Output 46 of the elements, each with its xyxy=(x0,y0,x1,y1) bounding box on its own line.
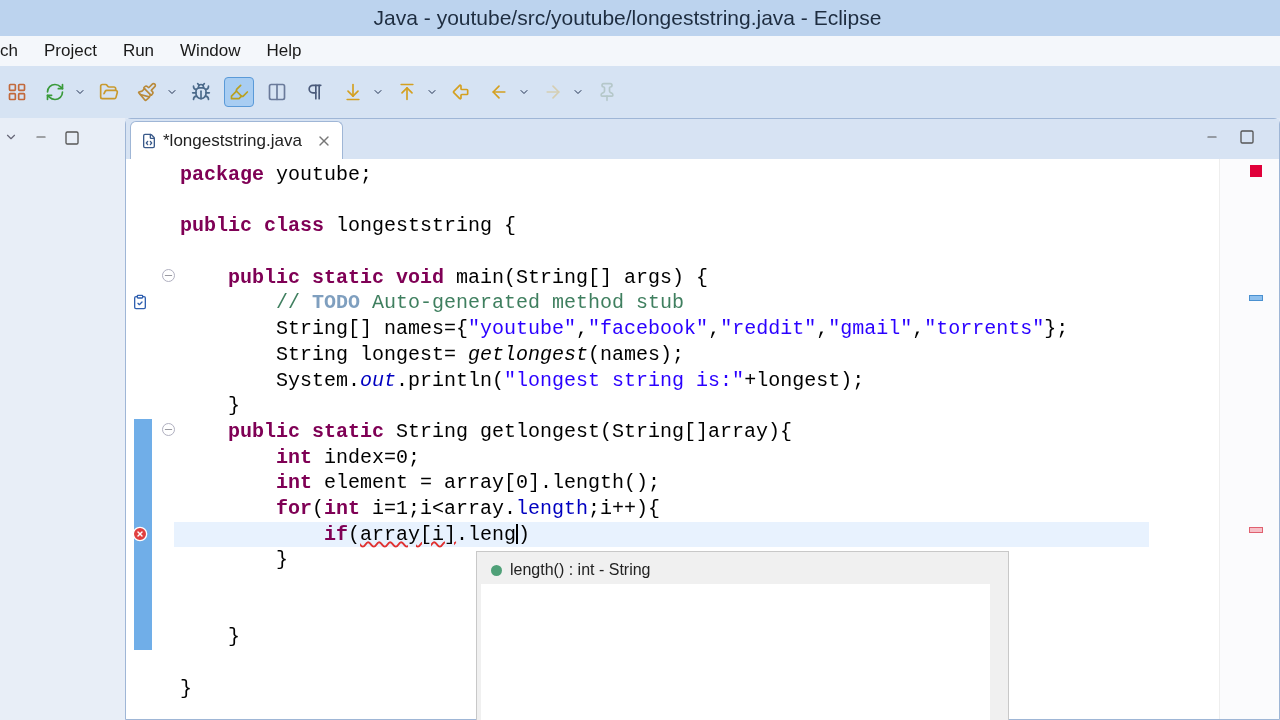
code-line: package youtube; xyxy=(180,162,373,188)
highlighter-button[interactable] xyxy=(224,77,254,107)
code-line: } xyxy=(227,624,240,651)
java-file-icon xyxy=(141,131,157,150)
code-line: for(int i=1;i<array.length;i++){ xyxy=(275,495,661,522)
code-line: public static String getlongest(String[]array){ xyxy=(227,418,793,445)
grid-icon xyxy=(7,82,27,102)
code-line: } xyxy=(227,393,240,419)
error-overview-mark[interactable] xyxy=(1248,527,1263,533)
menu-item[interactable]: ch xyxy=(0,38,18,64)
code-line: int index=0; xyxy=(275,444,421,471)
code-line: } xyxy=(180,675,192,702)
method-icon xyxy=(491,564,502,576)
columns-icon xyxy=(267,82,287,102)
menu-item[interactable]: Window xyxy=(180,38,241,64)
refresh-icon xyxy=(45,82,65,102)
code-line: String longest= getlongest(names); xyxy=(275,341,685,368)
arrow-up-icon xyxy=(397,82,417,102)
maximize-icon[interactable] xyxy=(64,130,80,146)
code-line: int element = array[0].length(); xyxy=(275,470,661,496)
code-line: if(array[i].leng) xyxy=(323,521,531,548)
folder-icon xyxy=(99,82,119,102)
task-overview-mark[interactable] xyxy=(1248,295,1263,301)
arrow-left-icon xyxy=(451,82,471,102)
code-line: public class longeststring { xyxy=(180,213,517,240)
error-overview-icon xyxy=(1249,165,1262,177)
window-title: Java - youtube/src/youtube/longeststring.java - Eclipse xyxy=(373,5,882,32)
text-cursor xyxy=(516,524,519,545)
menu-item[interactable]: Run xyxy=(122,38,155,64)
code-line: public static void main(String[] args) { xyxy=(227,264,709,291)
pin-icon xyxy=(597,82,617,102)
code-line: // TODO Auto-generated method stub xyxy=(275,290,685,317)
menu-item[interactable]: Help xyxy=(266,38,302,64)
menu-item[interactable]: Project xyxy=(43,38,97,64)
maximize-icon[interactable] xyxy=(1239,129,1255,145)
code-line: System.out.println("longest string is:"+longest); xyxy=(275,367,865,394)
completion-item[interactable]: length() : int - String xyxy=(481,556,990,584)
brush-icon xyxy=(137,82,157,102)
bug-icon xyxy=(191,82,211,102)
code-line: String[] names={"youtube","facebook","reddit","gmail","torrents"}; xyxy=(275,316,1069,342)
code-line: } xyxy=(275,547,289,573)
arrow-down-icon xyxy=(343,82,363,102)
editor-tab[interactable]: *longeststring.java xyxy=(130,121,343,159)
pilcrow-icon xyxy=(305,82,325,102)
highlighter-icon xyxy=(229,82,249,102)
tab-label: *longeststring.java xyxy=(163,129,302,152)
